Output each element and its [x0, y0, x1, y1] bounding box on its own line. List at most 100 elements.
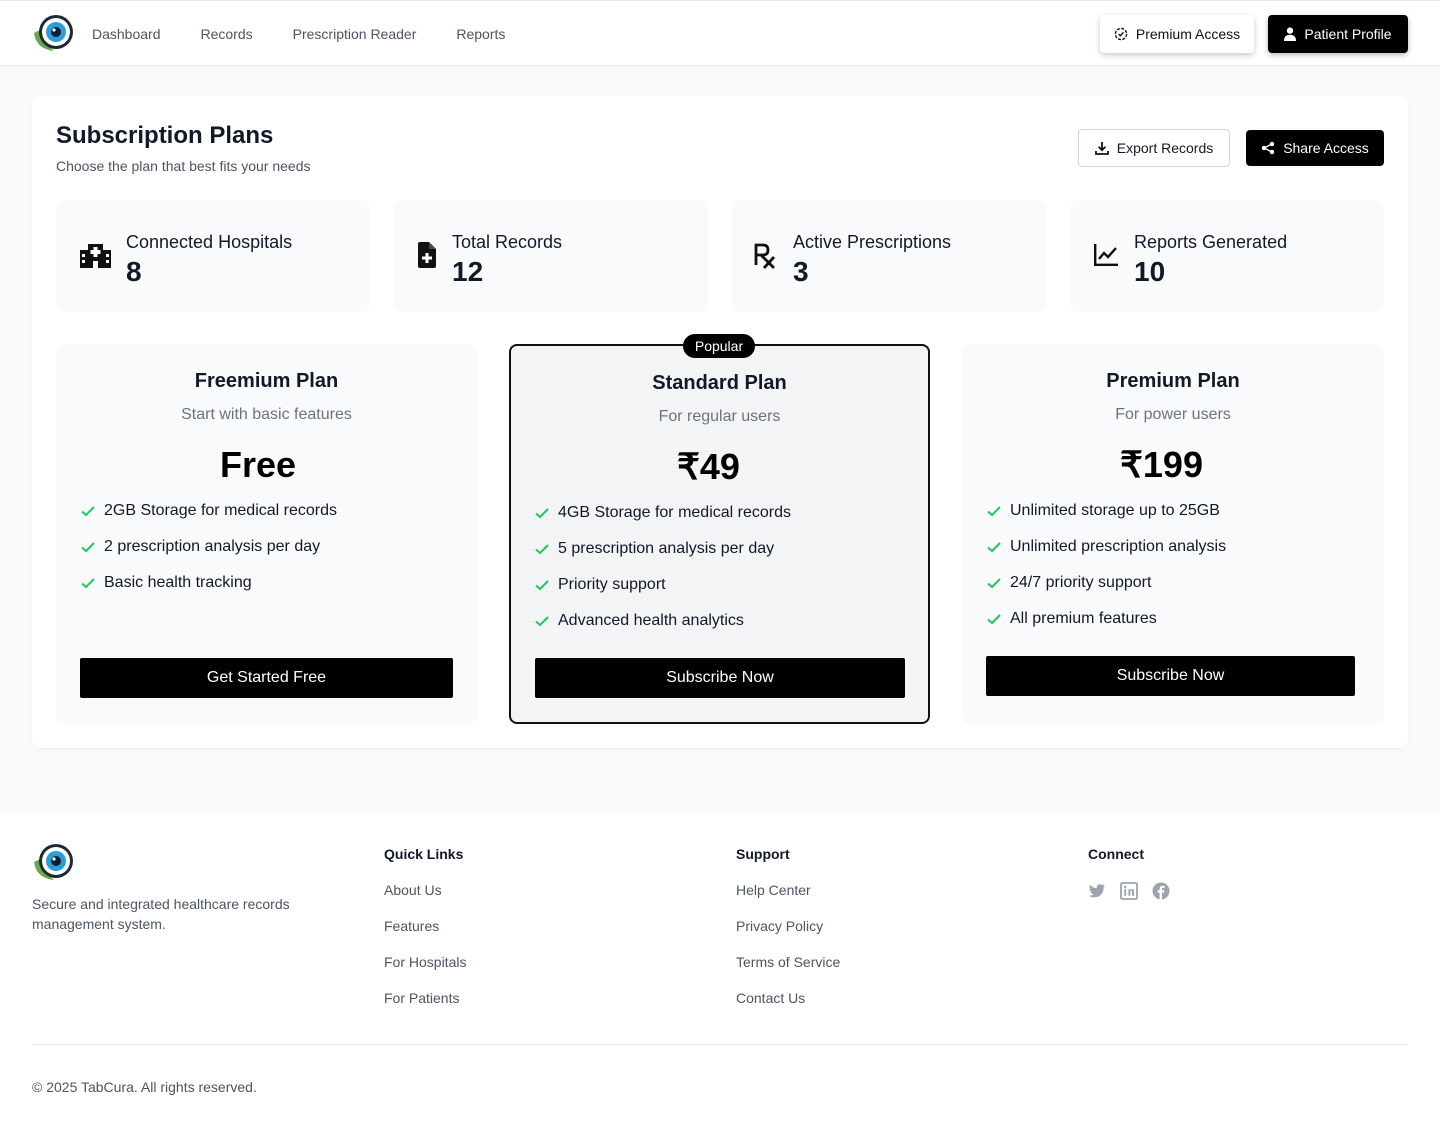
footer-link-contact[interactable]: Contact Us: [736, 990, 840, 1026]
eye-logo-icon[interactable]: [32, 13, 78, 55]
plan-name: Standard Plan: [652, 372, 787, 394]
feature-text: 2 prescription analysis per day: [104, 538, 321, 555]
twitter-icon[interactable]: [1088, 882, 1106, 900]
share-access-label: Share Access: [1283, 140, 1369, 156]
get-started-free-button[interactable]: Get Started Free: [80, 658, 453, 698]
feature-item: 24/7 priority support: [986, 565, 1226, 601]
linkedin-icon[interactable]: [1120, 882, 1138, 900]
check-icon: [80, 539, 96, 555]
feature-text: 4GB Storage for medical records: [558, 504, 791, 521]
stat-label: Total Records: [452, 232, 563, 252]
feature-item: Advanced health analytics: [534, 603, 791, 639]
feature-item: All premium features: [986, 601, 1226, 637]
feature-text: 5 prescription analysis per day: [558, 540, 775, 557]
user-icon: [1284, 27, 1297, 41]
hospital-icon: [80, 242, 111, 268]
plan-features: 2GB Storage for medical records 2 prescr…: [80, 493, 337, 601]
nav-reports[interactable]: Reports: [456, 26, 505, 42]
premium-access-button[interactable]: Premium Access: [1100, 15, 1254, 53]
footer-link-privacy[interactable]: Privacy Policy: [736, 918, 840, 954]
feature-item: 5 prescription analysis per day: [534, 531, 791, 567]
check-icon: [986, 503, 1002, 519]
check-icon: [80, 503, 96, 519]
feature-item: 2GB Storage for medical records: [80, 493, 337, 529]
footer: Secure and integrated healthcare records…: [0, 812, 1440, 1129]
plan-features: 4GB Storage for medical records 5 prescr…: [534, 495, 791, 639]
footer-tagline: Secure and integrated healthcare records…: [32, 896, 290, 932]
stat-label: Reports Generated: [1134, 232, 1288, 252]
eye-logo-icon[interactable]: [32, 842, 78, 884]
plan-card-standard: Popular Standard Plan For regular users …: [509, 334, 930, 724]
plan-price: ₹49: [677, 446, 740, 487]
check-icon: [534, 505, 550, 521]
prescription-icon: [754, 243, 778, 269]
feature-text: Unlimited storage up to 25GB: [1010, 502, 1220, 519]
feature-item: Basic health tracking: [80, 565, 337, 601]
file-medical-icon: [418, 242, 436, 268]
download-icon: [1094, 141, 1109, 155]
stat-label: Connected Hospitals: [126, 232, 293, 252]
feature-item: 4GB Storage for medical records: [534, 495, 791, 531]
plan-description: Start with basic features: [181, 406, 352, 423]
check-icon: [986, 575, 1002, 591]
footer-link-help-center[interactable]: Help Center: [736, 882, 840, 918]
subscribe-premium-button[interactable]: Subscribe Now: [986, 656, 1355, 696]
check-icon: [534, 541, 550, 557]
feature-text: All premium features: [1010, 610, 1157, 627]
copyright-text: © 2025 TabCura. All rights reserved.: [32, 1079, 257, 1095]
social-links: [1088, 882, 1170, 900]
nav-dashboard[interactable]: Dashboard: [92, 26, 161, 42]
plan-description: For regular users: [658, 408, 781, 425]
footer-heading: Support: [736, 846, 790, 862]
facebook-icon[interactable]: [1152, 882, 1170, 900]
export-records-button[interactable]: Export Records: [1078, 129, 1230, 167]
check-icon: [80, 575, 96, 591]
patient-profile-label: Patient Profile: [1304, 26, 1392, 42]
feature-item: Unlimited storage up to 25GB: [986, 493, 1226, 529]
plan-price: Free: [220, 444, 297, 485]
plan-card-premium: Premium Plan For power users ₹199 Unlimi…: [962, 344, 1384, 724]
footer-divider: [32, 1044, 1408, 1045]
feature-text: 24/7 priority support: [1010, 574, 1152, 591]
footer-link-hospitals[interactable]: For Hospitals: [384, 954, 466, 990]
stat-value: 3: [793, 256, 809, 287]
main-nav: Dashboard Records Prescription Reader Re…: [92, 1, 545, 67]
share-access-button[interactable]: Share Access: [1246, 130, 1384, 166]
premium-access-label: Premium Access: [1135, 26, 1241, 42]
footer-link-about[interactable]: About Us: [384, 882, 466, 918]
page-title: Subscription Plans: [56, 122, 274, 149]
footer-link-terms[interactable]: Terms of Service: [736, 954, 840, 990]
export-records-label: Export Records: [1116, 140, 1214, 156]
feature-text: Priority support: [558, 576, 666, 593]
patient-profile-button[interactable]: Patient Profile: [1268, 15, 1408, 53]
footer-quick-links: Quick Links About Us Features For Hospit…: [384, 846, 466, 1026]
chart-line-icon: [1094, 244, 1118, 266]
subscription-card: Subscription Plans Choose the plan that …: [32, 96, 1408, 748]
check-icon: [534, 613, 550, 629]
footer-heading: Quick Links: [384, 846, 464, 862]
feature-text: Unlimited prescription analysis: [1010, 538, 1227, 555]
nav-records[interactable]: Records: [201, 26, 253, 42]
stat-label: Active Prescriptions: [793, 232, 952, 252]
nav-prescription-reader[interactable]: Prescription Reader: [293, 26, 417, 42]
badge-check-icon: [1114, 27, 1128, 41]
footer-link-patients[interactable]: For Patients: [384, 990, 466, 1026]
footer-support: Support Help Center Privacy Policy Terms…: [736, 846, 840, 1026]
plan-features: Unlimited storage up to 25GB Unlimited p…: [986, 493, 1226, 637]
stat-value: 8: [126, 256, 142, 287]
plan-name: Freemium Plan: [194, 370, 339, 392]
stat-card-reports: Reports Generated 10: [1070, 200, 1384, 312]
stat-card-records: Total Records 12: [394, 200, 708, 312]
stat-value: 12: [452, 256, 484, 287]
plan-name: Premium Plan: [1106, 370, 1240, 392]
share-icon: [1261, 141, 1275, 155]
check-icon: [986, 539, 1002, 555]
feature-item: Unlimited prescription analysis: [986, 529, 1226, 565]
feature-text: 2GB Storage for medical records: [104, 502, 337, 519]
subscribe-standard-button[interactable]: Subscribe Now: [535, 658, 905, 698]
plan-card-freemium: Freemium Plan Start with basic features …: [56, 344, 477, 724]
stat-card-prescriptions: Active Prescriptions 3: [732, 200, 1046, 312]
footer-link-features[interactable]: Features: [384, 918, 466, 954]
feature-item: 2 prescription analysis per day: [80, 529, 337, 565]
footer-connect: Connect: [1088, 846, 1170, 900]
